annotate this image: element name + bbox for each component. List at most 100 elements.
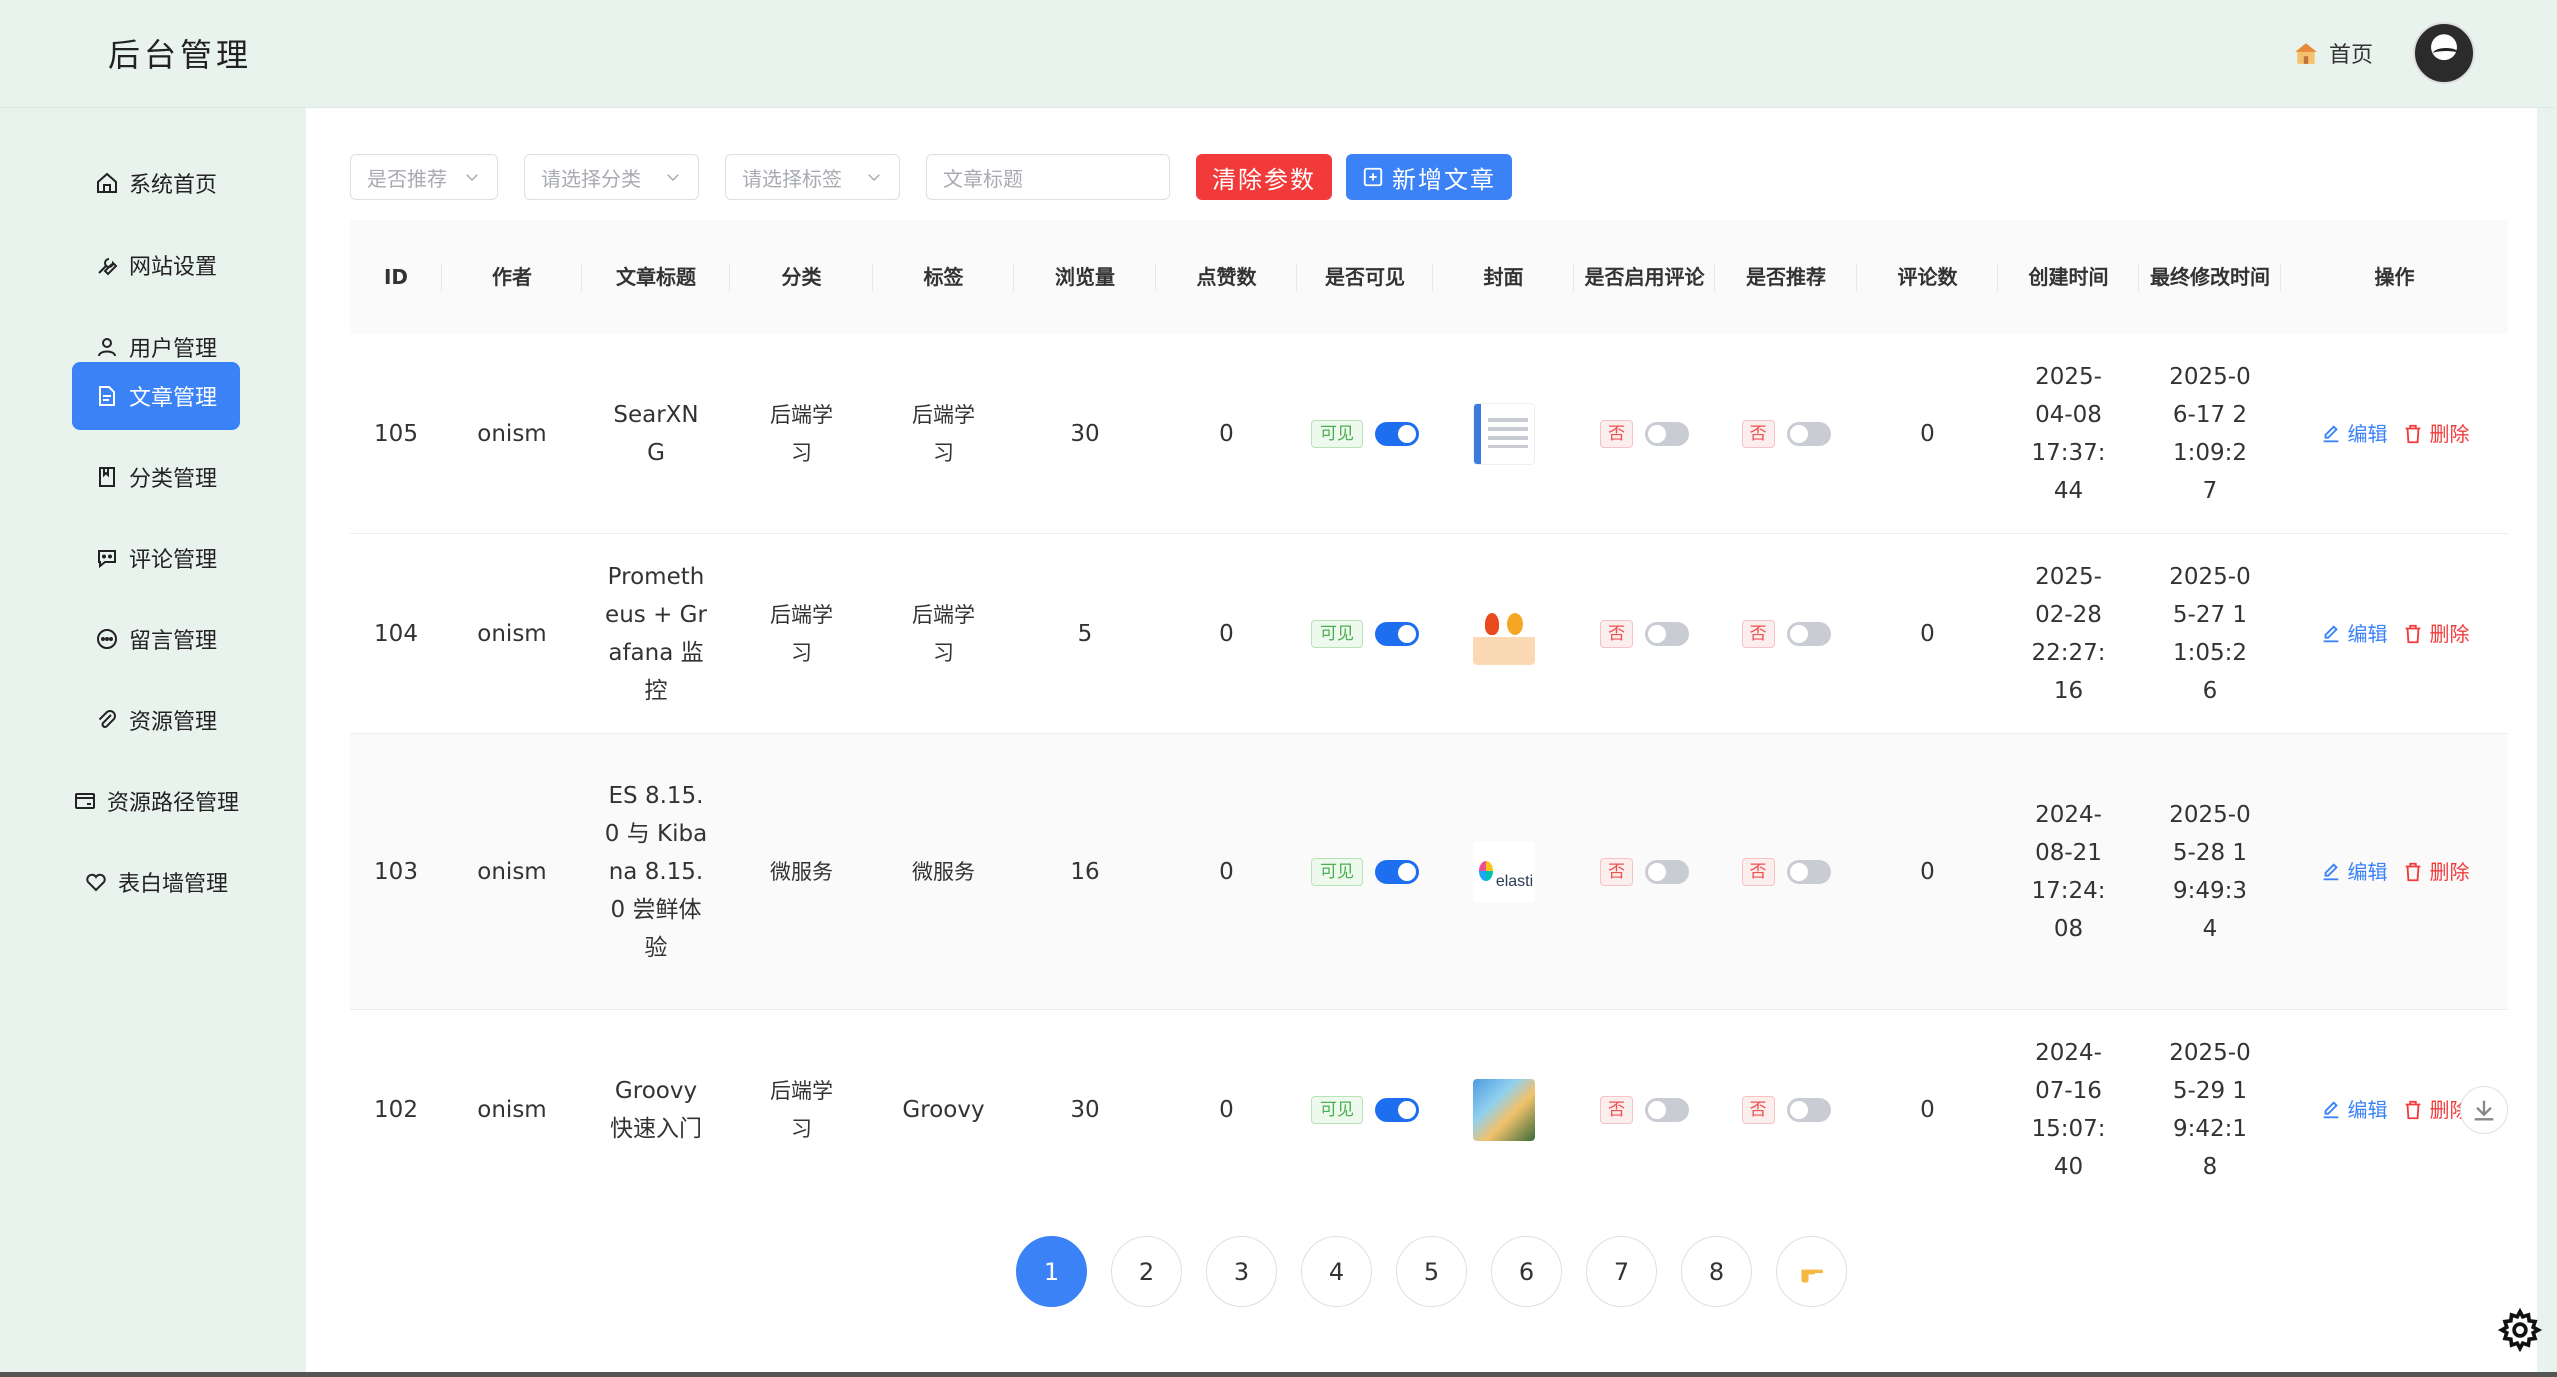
table-row: 102 onism Groovy 快速入门 后端学习 Groovy 30 0 可… [350,1010,2508,1210]
page-button[interactable]: 7 [1586,1236,1657,1307]
column-header: ID [350,220,442,334]
download-button[interactable] [2460,1086,2508,1134]
sidebar-item-label: 资源管理 [128,710,217,735]
cell-created: 2025-02-28 22:27:16 [2031,563,2106,704]
cell-likes: 0 [1219,620,1234,647]
comments-enabled-toggle[interactable] [1645,421,1689,446]
visible-badge: 可见 [1311,419,1363,448]
cover-image[interactable]: elastic [1472,840,1535,903]
cell-actions: 编辑 删除 [2281,853,2508,891]
recommended-toggle[interactable] [1786,859,1831,884]
column-header: 创建时间 [1998,220,2139,334]
cell-views: 5 [1077,620,1093,647]
pointing-hand-icon [1801,1269,1823,1282]
page-button[interactable]: 4 [1301,1236,1372,1307]
table-row: 104 onism Prometheus + Grafana 监控 后端学习 后… [350,534,2508,734]
comments-enabled-toggle[interactable] [1645,621,1689,646]
page-button[interactable]: 8 [1681,1236,1752,1307]
right-gutter [2537,108,2557,1377]
page-button[interactable]: 5 [1396,1236,1467,1307]
cell-recommended: 否 [1715,419,1857,448]
cell-cover: elastic [1433,840,1574,903]
sidebar-item-settings[interactable]: 网站设置 [72,231,240,299]
cell-modified: 2025-06-17 21:09:27 [2169,363,2251,504]
cell-recommended: 否 [1715,1096,1857,1124]
cell-recommended: 否 [1715,619,1857,648]
gear-icon[interactable] [2498,1308,2542,1352]
page-button[interactable]: 1 [1016,1236,1087,1307]
visible-toggle[interactable] [1375,1098,1419,1122]
cell-recommended: 否 [1715,857,1857,886]
visible-toggle[interactable] [1375,421,1419,446]
cell-title: SearXNG [613,401,699,466]
cell-created: 2024-07-16 15:07:40 [2031,1040,2106,1180]
recommended-toggle[interactable] [1786,421,1831,446]
cell-id: 105 [374,420,418,447]
main-content: 是否推荐 请选择分类 请选择标签 文章标题 清除参数 新增文章 ID 作者 文章… [306,108,2557,1372]
page-button[interactable]: 3 [1206,1236,1277,1307]
title-input[interactable]: 文章标题 [926,154,1170,200]
avatar[interactable] [2413,22,2475,84]
edit-label: 编辑 [2347,621,2388,646]
sidebar-item-messages[interactable]: 留言管理 [72,605,240,673]
comments-enabled-toggle[interactable] [1645,859,1689,884]
sidebar-item-resources[interactable]: 资源管理 [72,686,240,754]
delete-button[interactable]: 删除 [2402,615,2470,653]
visible-toggle[interactable] [1375,859,1419,884]
cell-tag: Groovy [902,1097,985,1123]
plus-square-icon [1363,167,1383,187]
column-header: 封面 [1433,220,1574,334]
sidebar-item-label: 表白墙管理 [117,872,228,897]
sidebar-item-categories[interactable]: 分类管理 [72,443,240,511]
download-icon [2474,1100,2494,1121]
cover-image[interactable] [1472,602,1535,665]
card-icon [74,793,95,809]
cover-image[interactable] [1472,1079,1535,1141]
add-article-button[interactable]: 新增文章 [1346,154,1512,200]
page-button[interactable]: 6 [1491,1236,1562,1307]
delete-button[interactable]: 删除 [2402,853,2470,891]
comments-enabled-toggle[interactable] [1645,1098,1689,1122]
sidebar-item-comments[interactable]: 评论管理 [72,524,240,592]
edit-label: 编辑 [2347,859,2388,884]
cell-author: onism [477,620,547,647]
cell-actions: 编辑 删除 [2281,415,2508,453]
cover-image[interactable] [1472,402,1535,465]
user-icon [97,338,116,357]
edit-button[interactable]: 编辑 [2320,853,2388,891]
cell-title: Prometheus + Grafana 监控 [605,563,707,704]
delete-label: 删除 [2429,621,2470,646]
edit-button[interactable]: 编辑 [2320,1091,2388,1129]
category-select[interactable]: 请选择分类 [524,154,699,200]
next-page-button[interactable] [1776,1236,1847,1307]
home-link[interactable]: 首页 [2293,37,2373,69]
paperclip-icon [98,710,116,728]
cell-visible: 可见 [1297,619,1433,648]
recommend-select[interactable]: 是否推荐 [350,154,498,200]
edit-button[interactable]: 编辑 [2320,415,2388,453]
page-button[interactable]: 2 [1111,1236,1182,1307]
cell-comment-count: 0 [1920,1097,1935,1123]
chevron-down-icon [667,174,679,182]
recommended-toggle[interactable] [1786,621,1831,646]
column-header: 文章标题 [582,220,730,334]
cell-author: onism [477,420,547,447]
column-header: 标签 [873,220,1014,334]
visible-toggle[interactable] [1375,621,1419,646]
cell-author: onism [477,858,547,885]
recommended-toggle[interactable] [1786,1098,1831,1122]
cell-cover [1433,1079,1574,1141]
clear-params-button[interactable]: 清除参数 [1196,154,1332,200]
table-row: 103 onism ES 8.15.0 与 Kibana 8.15.0 尝鲜体验… [350,734,2508,1010]
sidebar-item-articles[interactable]: 文章管理 [72,362,240,430]
cell-comment-count: 0 [1920,620,1935,647]
edit-label: 编辑 [2347,1098,2388,1122]
column-header: 评论数 [1857,220,1998,334]
edit-button[interactable]: 编辑 [2320,615,2388,653]
sidebar-item-home[interactable]: 系统首页 [72,149,240,217]
delete-button[interactable]: 删除 [2402,415,2470,453]
sidebar-item-resource-paths[interactable]: 资源路径管理 [56,767,256,835]
tag-select[interactable]: 请选择标签 [725,154,900,200]
sidebar-item-confession-wall[interactable]: 表白墙管理 [56,848,256,916]
cell-comments-enabled: 否 [1574,619,1715,648]
